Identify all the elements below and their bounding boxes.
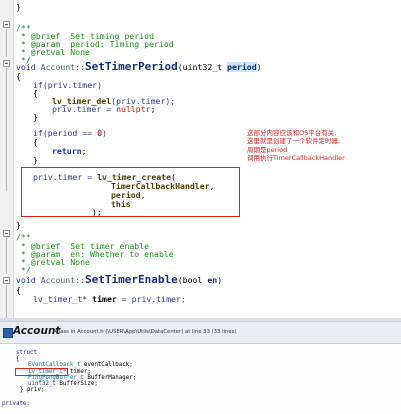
code-line: } (33, 112, 38, 122)
code-line: lv_timer_t* timer = priv.timer; (33, 294, 186, 304)
annotation-note: 这部分内容应该和OS平台有关, 这里就是创建了一个软件定时器, 周期是perio… (247, 129, 397, 162)
context-preview[interactable]: struct { EventCallback_t eventCallback; … (0, 344, 401, 414)
fold-toggle-icon[interactable] (3, 21, 10, 28)
fold-line (6, 68, 7, 191)
code-line: } (16, 220, 21, 230)
annotation-line: 周期是period (247, 145, 288, 154)
code-line: { (16, 71, 21, 81)
function-signature: void Account::SetTimerPeriod(uint32_t pe… (16, 60, 262, 73)
fold-line (6, 29, 7, 57)
preview-line: private: (2, 401, 30, 407)
fold-line (6, 238, 7, 274)
symbol-location: Class in Account.h (\USER\App\Utils\Data… (55, 329, 237, 335)
code-line: } (33, 155, 38, 165)
fold-toggle-icon[interactable] (3, 277, 10, 284)
highlight-box (21, 167, 240, 217)
code-line: return; (52, 146, 87, 156)
preview-line: } priv; (20, 387, 45, 393)
function-signature: void Account::SetTimerEnable(bool en) (16, 273, 223, 286)
preview-line: { (16, 356, 20, 362)
fold-toggle-icon[interactable] (3, 60, 10, 67)
code-line: */ (16, 265, 31, 275)
code-line: { (33, 88, 38, 98)
annotation-line: 这里就是创建了一个软件定时器, (247, 137, 341, 146)
code-line: if(period == 0) (33, 128, 107, 138)
code-line: { (16, 285, 21, 295)
symbol-title: Account (13, 325, 61, 337)
code-line: if(priv.timer) (33, 80, 103, 90)
editor-gutter (0, 0, 14, 318)
class-icon (3, 328, 13, 338)
fold-line (6, 285, 7, 318)
code-line: } (16, 2, 21, 12)
code-line: { (33, 137, 38, 147)
context-window-header: Account Class in Account.h (\USER\App\Ut… (0, 321, 401, 344)
annotation-line: 调用执行TimerCallbackHandler (247, 153, 345, 162)
code-editor[interactable]: } /** * @brief Set timing period * @para… (0, 0, 401, 318)
code-line: priv.timer = nullptr; (52, 104, 156, 114)
fold-toggle-icon[interactable] (3, 230, 10, 237)
